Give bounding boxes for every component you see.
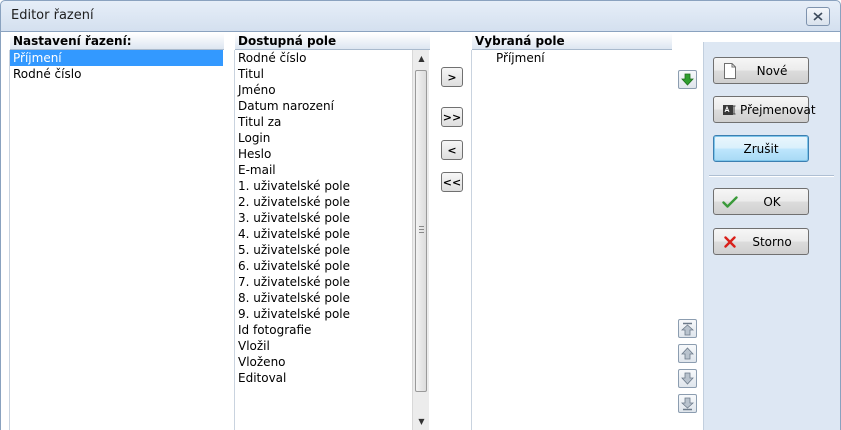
selected-field-item[interactable]: Příjmení bbox=[472, 50, 671, 66]
down-green-arrow-icon bbox=[681, 73, 694, 86]
move-down-icon bbox=[681, 372, 694, 385]
move-bottom-button[interactable] bbox=[678, 394, 697, 413]
selected-fields-panel: Vybraná pole Příjmení bbox=[471, 33, 672, 430]
new-document-icon bbox=[722, 63, 738, 79]
move-down-button[interactable] bbox=[678, 369, 697, 388]
available-field-item[interactable]: Jméno bbox=[235, 82, 429, 98]
available-field-item[interactable]: Vloženo bbox=[235, 354, 429, 370]
sort-settings-panel: Nastavení řazení: Příjmení Rodné číslo bbox=[9, 33, 224, 430]
remove-all-fields-button[interactable]: << bbox=[441, 172, 463, 192]
selected-fields-list[interactable]: Příjmení bbox=[472, 50, 671, 66]
available-field-item[interactable]: 7. uživatelské pole bbox=[235, 274, 429, 290]
available-field-item[interactable]: 2. uživatelské pole bbox=[235, 194, 429, 210]
actions-panel: Nové Přejmenovat Zrušit OK Storno bbox=[703, 42, 840, 430]
grip-icon bbox=[419, 226, 424, 233]
new-button[interactable]: Nové bbox=[713, 57, 809, 84]
available-field-item[interactable]: 5. uživatelské pole bbox=[235, 242, 429, 258]
sort-setting-item[interactable]: Příjmení bbox=[10, 50, 223, 66]
available-fields-panel: Dostupná pole Rodné číslo Titul Jméno Da… bbox=[234, 33, 430, 430]
available-field-item[interactable]: 1. uživatelské pole bbox=[235, 178, 429, 194]
title-bar: Editor řazení bbox=[0, 0, 841, 32]
available-field-item[interactable]: Login bbox=[235, 130, 429, 146]
sort-setting-item[interactable]: Rodné číslo bbox=[10, 66, 223, 82]
cancel-button-label: Zrušit bbox=[743, 141, 779, 156]
available-field-item[interactable]: Datum narození bbox=[235, 98, 429, 114]
new-button-label: Nové bbox=[756, 63, 788, 78]
storno-button-label: Storno bbox=[752, 234, 792, 249]
storno-button[interactable]: Storno bbox=[713, 228, 809, 255]
available-fields-scrollbar[interactable]: ▲ ▼ bbox=[412, 50, 429, 430]
available-field-item[interactable]: Vložil bbox=[235, 338, 429, 354]
scroll-down-arrow-icon[interactable]: ▼ bbox=[413, 413, 430, 430]
close-icon bbox=[813, 12, 823, 21]
available-fields-list[interactable]: Rodné číslo Titul Jméno Datum narození T… bbox=[235, 50, 429, 386]
scroll-thumb[interactable] bbox=[415, 70, 427, 392]
available-field-item[interactable]: Id fotografie bbox=[235, 322, 429, 338]
available-field-item[interactable]: Heslo bbox=[235, 146, 429, 162]
x-icon bbox=[722, 234, 738, 250]
selected-fields-header: Vybraná pole bbox=[472, 33, 672, 50]
add-field-button[interactable]: > bbox=[441, 67, 463, 87]
separator bbox=[709, 175, 834, 177]
available-fields-header: Dostupná pole bbox=[235, 33, 430, 50]
rename-icon bbox=[722, 102, 738, 118]
scroll-up-arrow-icon[interactable]: ▲ bbox=[413, 50, 430, 67]
available-field-item[interactable]: 9. uživatelské pole bbox=[235, 306, 429, 322]
dialog-body: Nastavení řazení: Příjmení Rodné číslo D… bbox=[0, 32, 841, 430]
move-bottom-icon bbox=[681, 397, 694, 410]
move-top-icon bbox=[681, 322, 694, 335]
move-top-button[interactable] bbox=[678, 319, 697, 338]
available-field-item[interactable]: Rodné číslo bbox=[235, 50, 429, 66]
available-field-item[interactable]: E-mail bbox=[235, 162, 429, 178]
move-up-button[interactable] bbox=[678, 344, 697, 363]
ok-button-label: OK bbox=[763, 194, 781, 209]
available-field-item[interactable]: 8. uživatelské pole bbox=[235, 290, 429, 306]
move-up-icon bbox=[681, 347, 694, 360]
remove-field-button[interactable]: < bbox=[441, 140, 463, 160]
available-field-item[interactable]: 4. uživatelské pole bbox=[235, 226, 429, 242]
window-title: Editor řazení bbox=[11, 8, 94, 23]
add-all-fields-button[interactable]: >> bbox=[441, 107, 463, 127]
sort-settings-list[interactable]: Příjmení Rodné číslo bbox=[10, 50, 223, 82]
cancel-button[interactable]: Zrušit bbox=[713, 135, 809, 162]
available-field-item[interactable]: Titul za bbox=[235, 114, 429, 130]
available-field-item[interactable]: Editoval bbox=[235, 370, 429, 386]
add-to-selected-button[interactable] bbox=[678, 70, 697, 89]
check-icon bbox=[722, 194, 738, 210]
ok-button[interactable]: OK bbox=[713, 188, 809, 215]
rename-button-label: Přejmenovat bbox=[740, 102, 816, 117]
available-field-item[interactable]: 3. uživatelské pole bbox=[235, 210, 429, 226]
available-field-item[interactable]: Titul bbox=[235, 66, 429, 82]
close-button[interactable] bbox=[806, 7, 830, 26]
rename-button[interactable]: Přejmenovat bbox=[713, 96, 816, 123]
sort-settings-header: Nastavení řazení: bbox=[10, 33, 224, 50]
available-field-item[interactable]: 6. uživatelské pole bbox=[235, 258, 429, 274]
